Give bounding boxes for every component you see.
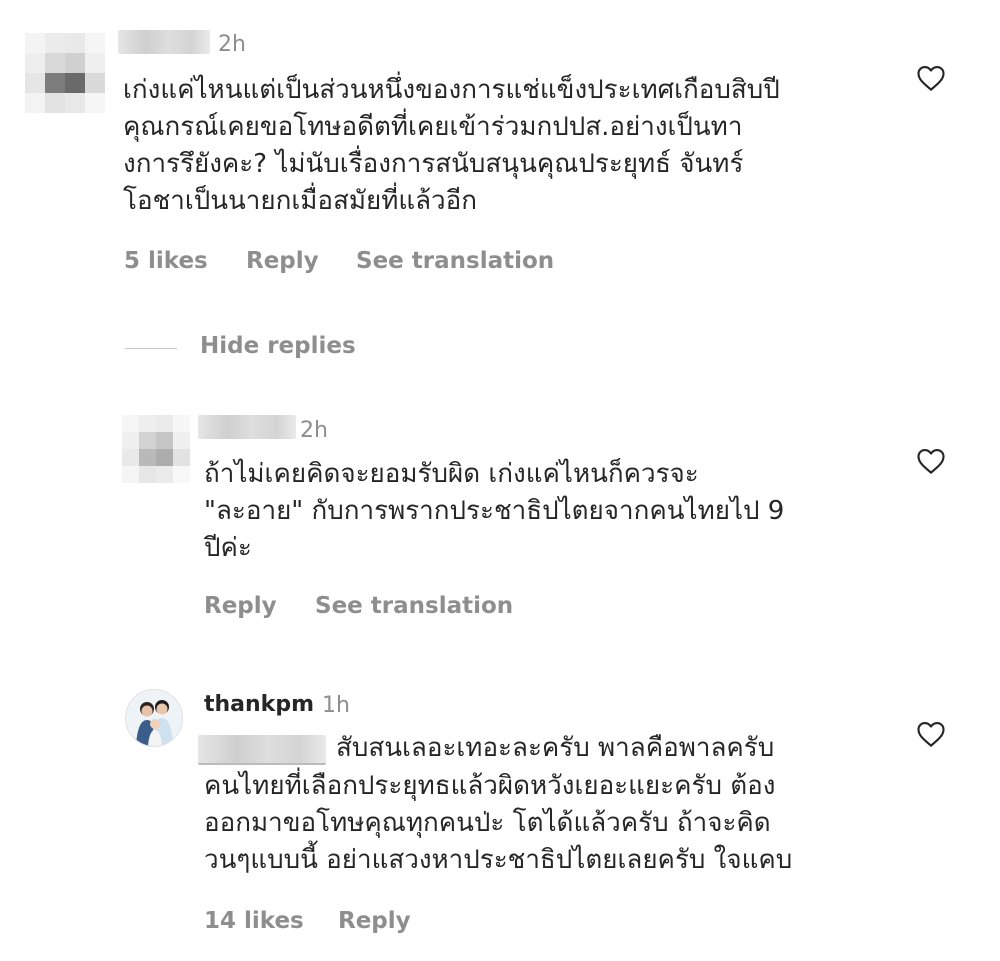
reply-text-first-line: สับสนเลอะเทอะละครับ พาลคือพาลครับ (336, 733, 775, 763)
avatar-blurred[interactable] (25, 33, 105, 113)
reply-username[interactable]: thankpm (204, 692, 314, 717)
mention-blurred[interactable] (198, 735, 326, 765)
reply-see-translation-button[interactable]: See translation (315, 593, 513, 619)
reply-reply-button[interactable]: Reply (204, 593, 277, 619)
avatar-photo-icon (126, 690, 182, 746)
reply-text: ถ้าไม่เคยคิดจะยอมรับผิด เก่งแค่ไหนก็ควรจ… (204, 459, 785, 563)
comment-see-translation-button[interactable]: See translation (356, 248, 554, 274)
username-blurred[interactable] (118, 30, 210, 54)
heart-outline-icon[interactable] (916, 447, 946, 475)
comment-likes-count[interactable]: 5 likes (124, 248, 208, 274)
reply-timestamp: 2h (300, 418, 328, 443)
reply-text: คนไทยที่เลือกประยุทธแล้วผิดหวังเยอะแยะคร… (204, 771, 793, 875)
heart-outline-icon[interactable] (916, 720, 946, 748)
comment-timestamp: 2h (218, 32, 246, 57)
heart-outline-icon[interactable] (916, 64, 946, 92)
reply-likes-count[interactable]: 14 likes (204, 908, 304, 934)
reply-avatar[interactable] (125, 689, 183, 747)
hide-replies-button[interactable]: Hide replies (200, 333, 356, 359)
reply-reply-button[interactable]: Reply (338, 908, 411, 934)
reply-timestamp: 1h (322, 693, 350, 718)
comment-reply-button[interactable]: Reply (246, 248, 319, 274)
reply-username-blurred[interactable] (198, 415, 296, 439)
comment-text: เก่งแค่ไหนแต่เป็นส่วนหนึ่งของการแช่แข็งป… (123, 75, 780, 216)
reply-avatar-blurred[interactable] (122, 415, 190, 483)
hide-replies-divider (125, 348, 177, 349)
